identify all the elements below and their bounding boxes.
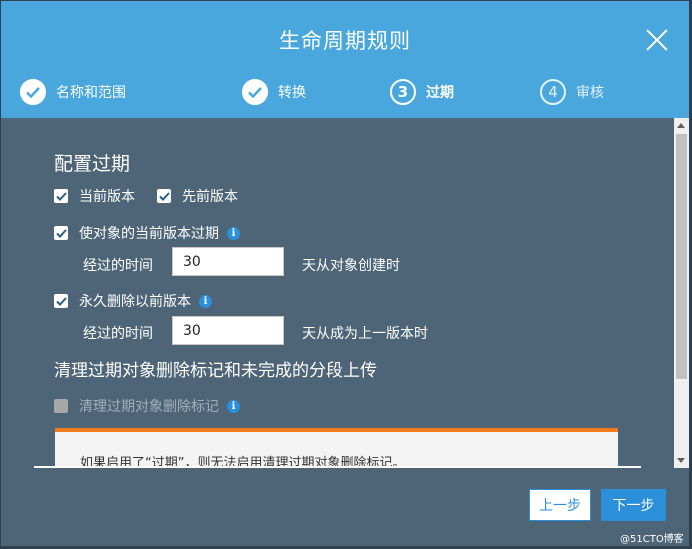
current-version-checkbox[interactable] bbox=[54, 189, 68, 203]
step-label: 转换 bbox=[278, 85, 306, 101]
close-icon[interactable] bbox=[645, 28, 669, 52]
step-name-and-scope[interactable]: 名称和范围 bbox=[20, 78, 126, 106]
cleanup-section-title: 清理过期对象删除标记和未完成的分段上传 bbox=[54, 361, 377, 381]
watermark: @51CTO博客 bbox=[620, 534, 684, 545]
step-label: 过期 bbox=[426, 85, 454, 101]
current-expiration-days-input[interactable] bbox=[172, 247, 284, 276]
step-number: 3 bbox=[390, 79, 416, 105]
cleanup-delete-markers-checkbox[interactable] bbox=[54, 399, 68, 413]
step-label: 审核 bbox=[576, 85, 604, 101]
delete-previous-versions-checkbox[interactable] bbox=[54, 294, 68, 308]
scroll-up-icon[interactable] bbox=[677, 123, 685, 128]
scroll-down-icon[interactable] bbox=[677, 458, 685, 463]
scrollbar[interactable] bbox=[674, 118, 689, 468]
expire-current-version-checkbox[interactable] bbox=[54, 226, 68, 240]
cleanup-delete-markers-label: 清理过期对象删除标记 bbox=[79, 399, 219, 415]
version-options: 当前版本 先前版本 bbox=[54, 186, 238, 206]
delete-previous-versions-label: 永久删除以前版本 bbox=[79, 294, 191, 310]
expire-current-version-label: 使对象的当前版本过期 bbox=[79, 226, 219, 242]
dialog-title: 生命周期规则 bbox=[279, 29, 411, 53]
step-transition[interactable]: 转换 bbox=[242, 78, 306, 106]
previous-version-label: 先前版本 bbox=[182, 189, 238, 205]
dialog-header: 生命周期规则 名称和范围 转换 3 过期 4 审核 bbox=[1, 1, 689, 118]
info-icon[interactable]: i bbox=[199, 294, 212, 308]
scroll-thumb[interactable] bbox=[676, 134, 687, 379]
elapsed-time-label: 经过的时间 bbox=[83, 258, 153, 274]
elapsed-time-label: 经过的时间 bbox=[83, 326, 153, 342]
expiration-notice: 如果启用了“过期”，则无法启用清理过期对象删除标记。 bbox=[55, 428, 618, 468]
checkmark-icon bbox=[158, 191, 170, 201]
configure-expiration-title: 配置过期 bbox=[54, 153, 131, 175]
previous-deletion-days-input[interactable] bbox=[172, 316, 284, 345]
checkmark-icon bbox=[55, 296, 67, 306]
lifecycle-rule-dialog: 生命周期规则 名称和范围 转换 3 过期 4 审核 配置过期 当前版本 先前版本… bbox=[0, 0, 690, 547]
previous-button[interactable]: 上一步 bbox=[529, 489, 591, 521]
days-from-noncurrent-label: 天从成为上一版本时 bbox=[302, 326, 428, 342]
cleanup-delete-markers-row: 清理过期对象删除标记 i bbox=[54, 396, 240, 416]
checkmark-icon bbox=[55, 228, 67, 238]
checkmark-icon bbox=[55, 191, 67, 201]
current-version-label: 当前版本 bbox=[79, 189, 135, 205]
step-review[interactable]: 4 审核 bbox=[540, 78, 604, 106]
divider bbox=[34, 466, 641, 468]
previous-version-checkbox[interactable] bbox=[157, 189, 171, 203]
days-from-creation-label: 天从对象创建时 bbox=[302, 258, 400, 274]
check-icon bbox=[20, 79, 46, 105]
step-number: 4 bbox=[540, 79, 566, 105]
info-icon[interactable]: i bbox=[227, 399, 240, 413]
check-icon bbox=[242, 79, 268, 105]
dialog-content: 配置过期 当前版本 先前版本 使对象的当前版本过期 i 经过的时间 天从对象创建… bbox=[1, 118, 674, 468]
delete-previous-versions-row: 永久删除以前版本 i bbox=[54, 291, 212, 311]
step-label: 名称和范围 bbox=[56, 85, 126, 101]
next-button[interactable]: 下一步 bbox=[601, 489, 666, 521]
step-expiration[interactable]: 3 过期 bbox=[390, 78, 454, 106]
expire-current-version-row: 使对象的当前版本过期 i bbox=[54, 223, 240, 243]
info-icon[interactable]: i bbox=[227, 226, 240, 240]
